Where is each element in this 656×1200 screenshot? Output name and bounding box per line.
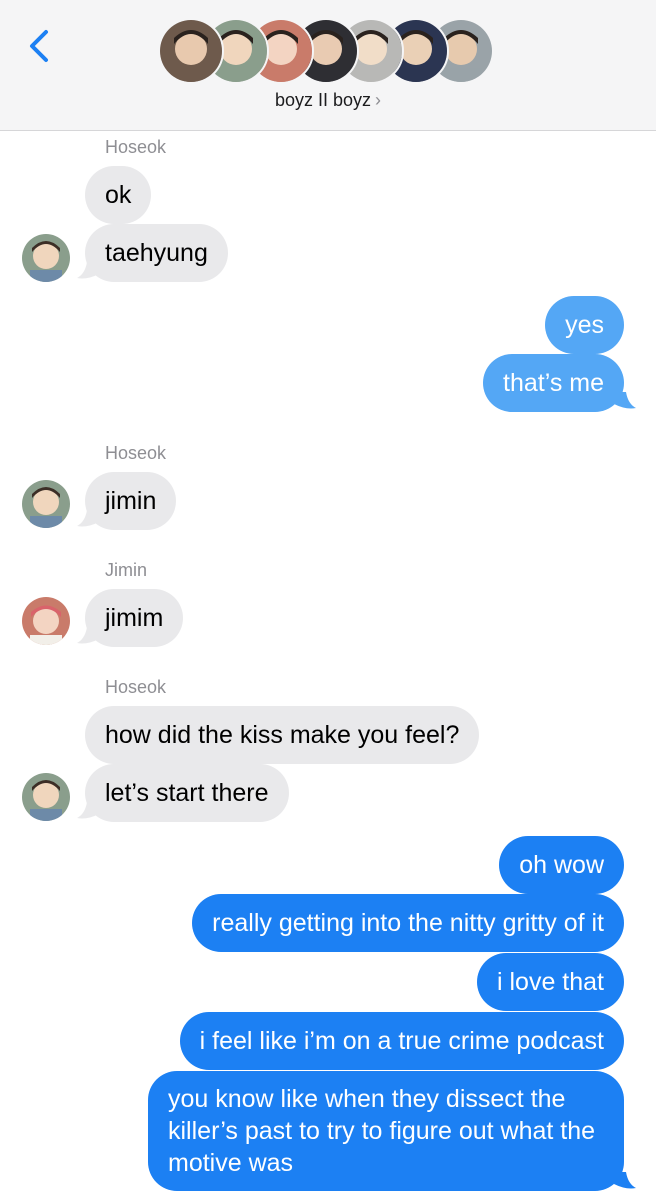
bubble-tail [77,510,99,527]
bubble-tail [77,802,99,819]
avatar[interactable] [22,597,70,645]
message-bubble[interactable]: i feel like i’m on a true crime podcast [179,1012,624,1070]
avatar-photo [22,597,70,645]
message-bubble[interactable]: you know like when they dissect the kill… [148,1071,624,1191]
message-bubble[interactable]: i love that [476,953,624,1011]
group-name-button[interactable]: boyz II boyz › [0,90,656,111]
message-bubble[interactable]: let’s start there [85,764,289,822]
message-bubble[interactable]: jimim [85,589,184,647]
bubble-tail [614,1172,636,1189]
group-name: boyz II boyz [274,90,372,110]
sender-name: Jimin [105,560,148,580]
group-avatars[interactable] [158,18,508,84]
avatar-photo [22,234,70,282]
chevron-left-icon [30,30,48,62]
message-bubble[interactable]: how did the kiss make you feel? [85,706,480,764]
message-bubble[interactable]: taehyung [85,224,228,282]
back-button[interactable] [22,26,62,66]
avatar[interactable] [22,480,70,528]
avatar-photo [22,480,70,528]
bubble-tail [614,392,636,409]
message-bubble[interactable]: oh wow [499,836,624,894]
chat-header: boyz II boyz › [0,0,656,131]
bubble-tail [77,262,99,279]
bubble-tail [77,627,99,644]
avatar[interactable] [22,234,70,282]
chevron-right-icon: › [375,90,382,110]
sender-name: Hoseok [105,137,167,157]
avatar-photo [22,773,70,821]
sender-name: Hoseok [105,443,167,463]
message-bubble[interactable]: really getting into the nitty gritty of … [192,894,624,952]
sender-name: Hoseok [105,677,167,697]
group-member-avatar [158,18,224,84]
avatar[interactable] [22,773,70,821]
message-bubble[interactable]: that’s me [483,354,624,412]
message-bubble[interactable]: ok [85,166,152,224]
message-bubble[interactable]: yes [545,296,624,354]
